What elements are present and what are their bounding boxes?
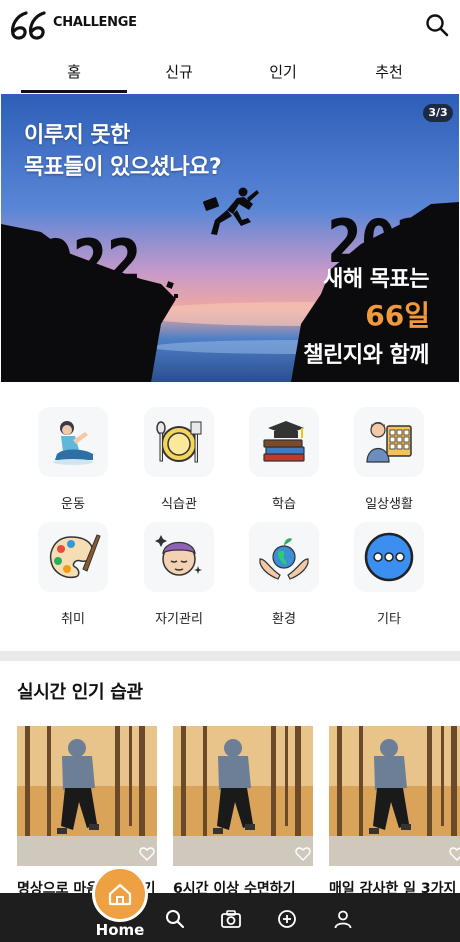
category-box <box>354 522 424 592</box>
banner-right-line2: 66일 <box>365 299 430 332</box>
logo-66-icon[interactable] <box>8 8 50 42</box>
calendar-person-icon <box>366 422 412 463</box>
category-label: 기타 <box>377 612 401 627</box>
category-box <box>354 407 424 477</box>
heart-icon[interactable] <box>295 846 311 862</box>
user-icon[interactable] <box>332 908 354 930</box>
banner-right-line1: 새해 목표는 <box>323 267 429 292</box>
category-daily-life[interactable]: 일상생활 <box>344 407 434 512</box>
palette-icon <box>49 534 101 579</box>
tab-home[interactable]: 홈 <box>21 55 127 93</box>
category-environment[interactable]: 환경 <box>239 522 329 627</box>
tab-recommended[interactable]: 추천 <box>336 55 442 93</box>
category-study[interactable]: 학습 <box>239 407 329 512</box>
plate-icon <box>156 421 202 463</box>
home-icon <box>108 883 132 906</box>
category-box <box>249 522 319 592</box>
category-label: 환경 <box>272 612 296 627</box>
category-box <box>144 522 214 592</box>
year-left-text: 2022 <box>4 226 141 296</box>
section-divider <box>0 651 460 661</box>
category-label: 취미 <box>61 612 85 627</box>
category-box <box>38 522 108 592</box>
habit-card[interactable] <box>17 726 157 866</box>
banner-headline-line2: 목표들이 있으셨나요? <box>24 155 222 180</box>
tab-popular[interactable]: 인기 <box>230 55 336 93</box>
category-box <box>249 407 319 477</box>
home-button[interactable] <box>92 866 148 922</box>
plus-circle-icon[interactable] <box>276 908 298 930</box>
skincare-icon <box>155 535 202 576</box>
banner-headline-line1: 이루지 못한 <box>24 123 130 148</box>
category-hobby[interactable]: 취미 <box>28 522 118 627</box>
banner-page-counter: 3/3 <box>423 104 453 122</box>
category-label: 일상생활 <box>365 497 413 512</box>
app-header: CHALLENGE <box>0 0 460 50</box>
habit-card[interactable] <box>329 726 460 866</box>
banner-headline: 이루지 못한 목표들이 있으셨나요? <box>24 120 222 184</box>
tab-new[interactable]: 신규 <box>126 55 232 93</box>
category-label: 식습관 <box>161 497 197 512</box>
category-label: 학습 <box>272 497 296 512</box>
category-label: 자기관리 <box>155 612 203 627</box>
category-exercise[interactable]: 운동 <box>28 407 118 512</box>
more-icon <box>364 532 414 582</box>
popular-section-title: 실시간 인기 습관 <box>17 682 143 703</box>
tab-bar: 홈 신규 인기 추천 <box>0 55 460 93</box>
logo-text: CHALLENGE <box>53 15 137 30</box>
books-icon <box>263 421 305 462</box>
habit-card[interactable] <box>173 726 313 866</box>
search-icon[interactable] <box>164 908 186 930</box>
heart-icon[interactable] <box>449 846 460 862</box>
camera-icon[interactable] <box>220 908 242 930</box>
home-label[interactable]: Home <box>80 921 160 939</box>
promo-banner[interactable]: 2022 2023 3/3 이루지 못한 목표들이 있으셨나요? 새해 목표는 … <box>1 94 459 382</box>
banner-right-line3: 챌린지와 함께 <box>303 343 429 368</box>
category-box <box>38 407 108 477</box>
category-other[interactable]: 기타 <box>344 522 434 627</box>
earth-hands-icon <box>259 538 309 580</box>
runner-photo <box>329 726 460 866</box>
category-label: 운동 <box>61 497 85 512</box>
heart-icon[interactable] <box>139 846 155 862</box>
category-box <box>144 407 214 477</box>
category-diet[interactable]: 식습관 <box>134 407 224 512</box>
runner-photo <box>173 726 313 866</box>
runner-photo <box>17 726 157 866</box>
search-icon[interactable] <box>424 12 450 38</box>
category-self-care[interactable]: 자기관리 <box>134 522 224 627</box>
yoga-icon <box>53 421 93 465</box>
